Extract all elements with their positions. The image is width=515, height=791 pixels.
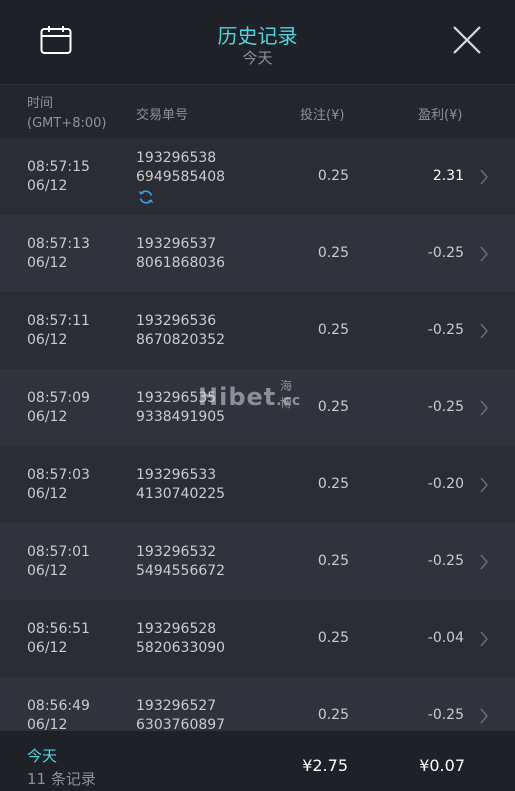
- footer-period: 今天: [27, 747, 58, 765]
- row-txn-line2: 6303760897: [136, 717, 226, 730]
- footer-record-count: 11 条记录: [27, 770, 96, 788]
- header-bar: 历史记录 今天: [0, 0, 515, 85]
- row-time: 08:57:13 06/12: [27, 235, 90, 273]
- table-header: 时间 (GMT+8:00) 交易单号 投注(¥) 盈利(¥): [0, 86, 515, 138]
- row-time: 08:57:03 06/12: [27, 466, 90, 504]
- row-time: 08:57:15 06/12: [27, 158, 90, 196]
- row-txn-line2: 4130740225: [136, 486, 226, 502]
- row-txn-line2: 8670820352: [136, 332, 226, 348]
- row-time-value: 08:57:01: [27, 544, 90, 560]
- row-pnl: -0.25: [427, 399, 464, 415]
- watermark-brand: Hibet: [198, 383, 277, 411]
- row-bet: 0.25: [317, 707, 349, 723]
- row-date-value: 06/12: [27, 717, 68, 730]
- row-txn: 193296528 5820633090: [136, 620, 225, 658]
- column-bet: 投注(¥): [300, 108, 345, 123]
- footer-total-bet: ¥2.75: [302, 756, 348, 775]
- row-time: 08:56:51 06/12: [27, 620, 90, 658]
- row-bet: 0.25: [317, 553, 349, 569]
- page-title: 历史记录: [217, 24, 298, 48]
- row-txn-line2: 8061868036: [136, 255, 226, 271]
- row-time: 08:57:11 06/12: [27, 312, 90, 350]
- row-txn-line1: 193296527: [136, 698, 217, 714]
- row-txn-line1: 193296537: [136, 236, 217, 252]
- column-time-label: 时间: [27, 96, 54, 111]
- row-time-value: 08:57:15: [27, 159, 90, 175]
- row-time-value: 08:57:11: [27, 313, 90, 329]
- row-pnl: -0.20: [427, 476, 464, 492]
- table-row[interactable]: 08:57:15 06/12 193296538 6949585408 0.25…: [0, 138, 515, 215]
- chevron-right-icon: [480, 169, 488, 185]
- row-time: 08:57:09 06/12: [27, 389, 90, 427]
- table-row[interactable]: 08:56:51 06/12 193296528 5820633090 0.25…: [0, 600, 515, 677]
- close-icon[interactable]: [451, 24, 483, 56]
- row-date-value: 06/12: [27, 563, 68, 579]
- row-date-value: 06/12: [27, 486, 68, 502]
- row-pnl: -0.25: [427, 553, 464, 569]
- row-txn: 193296532 5494556672: [136, 543, 225, 581]
- row-date-value: 06/12: [27, 332, 68, 348]
- row-bet: 0.25: [317, 476, 349, 492]
- chevron-right-icon: [480, 631, 488, 647]
- row-txn: 193296533 4130740225: [136, 466, 225, 504]
- column-time: 时间 (GMT+8:00): [27, 94, 106, 134]
- summary-footer: 今天 11 条记录 ¥2.75 ¥0.07: [0, 730, 515, 791]
- row-pnl: -0.25: [427, 322, 464, 338]
- row-time-value: 08:57:03: [27, 467, 90, 483]
- row-time-value: 08:56:51: [27, 621, 90, 637]
- chevron-right-icon: [480, 400, 488, 416]
- row-date-value: 06/12: [27, 178, 68, 194]
- row-txn-line1: 193296533: [136, 467, 217, 483]
- row-time-value: 08:57:13: [27, 236, 90, 252]
- watermark-logo: Hibet.cc 海博: [198, 379, 301, 411]
- row-bet: 0.25: [317, 630, 349, 646]
- row-txn-line1: 193296532: [136, 544, 217, 560]
- row-bet: 0.25: [317, 168, 349, 184]
- row-txn-line2: 5820633090: [136, 640, 226, 656]
- footer-total-pnl: ¥0.07: [419, 756, 465, 775]
- row-bet: 0.25: [317, 245, 349, 261]
- column-pnl: 盈利(¥): [418, 108, 463, 123]
- row-pnl: -0.25: [427, 245, 464, 261]
- chevron-right-icon: [480, 554, 488, 570]
- row-bet: 0.25: [317, 322, 349, 338]
- row-txn-line2: 6949585408: [136, 169, 226, 185]
- table-row[interactable]: 08:57:11 06/12 193296536 8670820352 0.25…: [0, 292, 515, 369]
- chevron-right-icon: [480, 323, 488, 339]
- page-subtitle: 今天: [242, 49, 273, 67]
- row-txn-line1: 193296528: [136, 621, 217, 637]
- table-row[interactable]: 08:57:03 06/12 193296533 4130740225 0.25…: [0, 446, 515, 523]
- row-bet: 0.25: [317, 399, 349, 415]
- table-row[interactable]: 08:56:49 06/12 193296527 6303760897 0.25…: [0, 677, 515, 730]
- column-timezone-label: (GMT+8:00): [27, 116, 107, 131]
- row-txn: 193296536 8670820352: [136, 312, 225, 350]
- row-date-value: 06/12: [27, 640, 68, 656]
- row-date-value: 06/12: [27, 255, 68, 271]
- row-txn: 193296527 6303760897: [136, 697, 225, 730]
- watermark-cn: 海博: [280, 379, 294, 410]
- row-time: 08:56:49 06/12: [27, 697, 90, 730]
- records-list[interactable]: 08:57:15 06/12 193296538 6949585408 0.25…: [0, 138, 515, 730]
- row-time-value: 08:56:49: [27, 698, 90, 714]
- table-row[interactable]: 08:57:13 06/12 193296537 8061868036 0.25…: [0, 215, 515, 292]
- chevron-right-icon: [480, 246, 488, 262]
- column-txn: 交易单号: [136, 108, 189, 123]
- row-txn: 193296537 8061868036: [136, 235, 225, 273]
- row-txn-line2: 5494556672: [136, 563, 226, 579]
- chevron-right-icon: [480, 708, 488, 724]
- row-txn: 193296538 6949585408: [136, 149, 225, 187]
- row-time-value: 08:57:09: [27, 390, 90, 406]
- table-row[interactable]: 08:57:01 06/12 193296532 5494556672 0.25…: [0, 523, 515, 600]
- refresh-spinner-icon: [138, 190, 154, 204]
- row-txn-line1: 193296536: [136, 313, 217, 329]
- row-pnl: -0.04: [427, 630, 464, 646]
- row-txn-line1: 193296538: [136, 150, 217, 166]
- row-time: 08:57:01 06/12: [27, 543, 90, 581]
- row-pnl: 2.31: [432, 168, 464, 184]
- row-pnl: -0.25: [427, 707, 464, 723]
- row-date-value: 06/12: [27, 409, 68, 425]
- chevron-right-icon: [480, 477, 488, 493]
